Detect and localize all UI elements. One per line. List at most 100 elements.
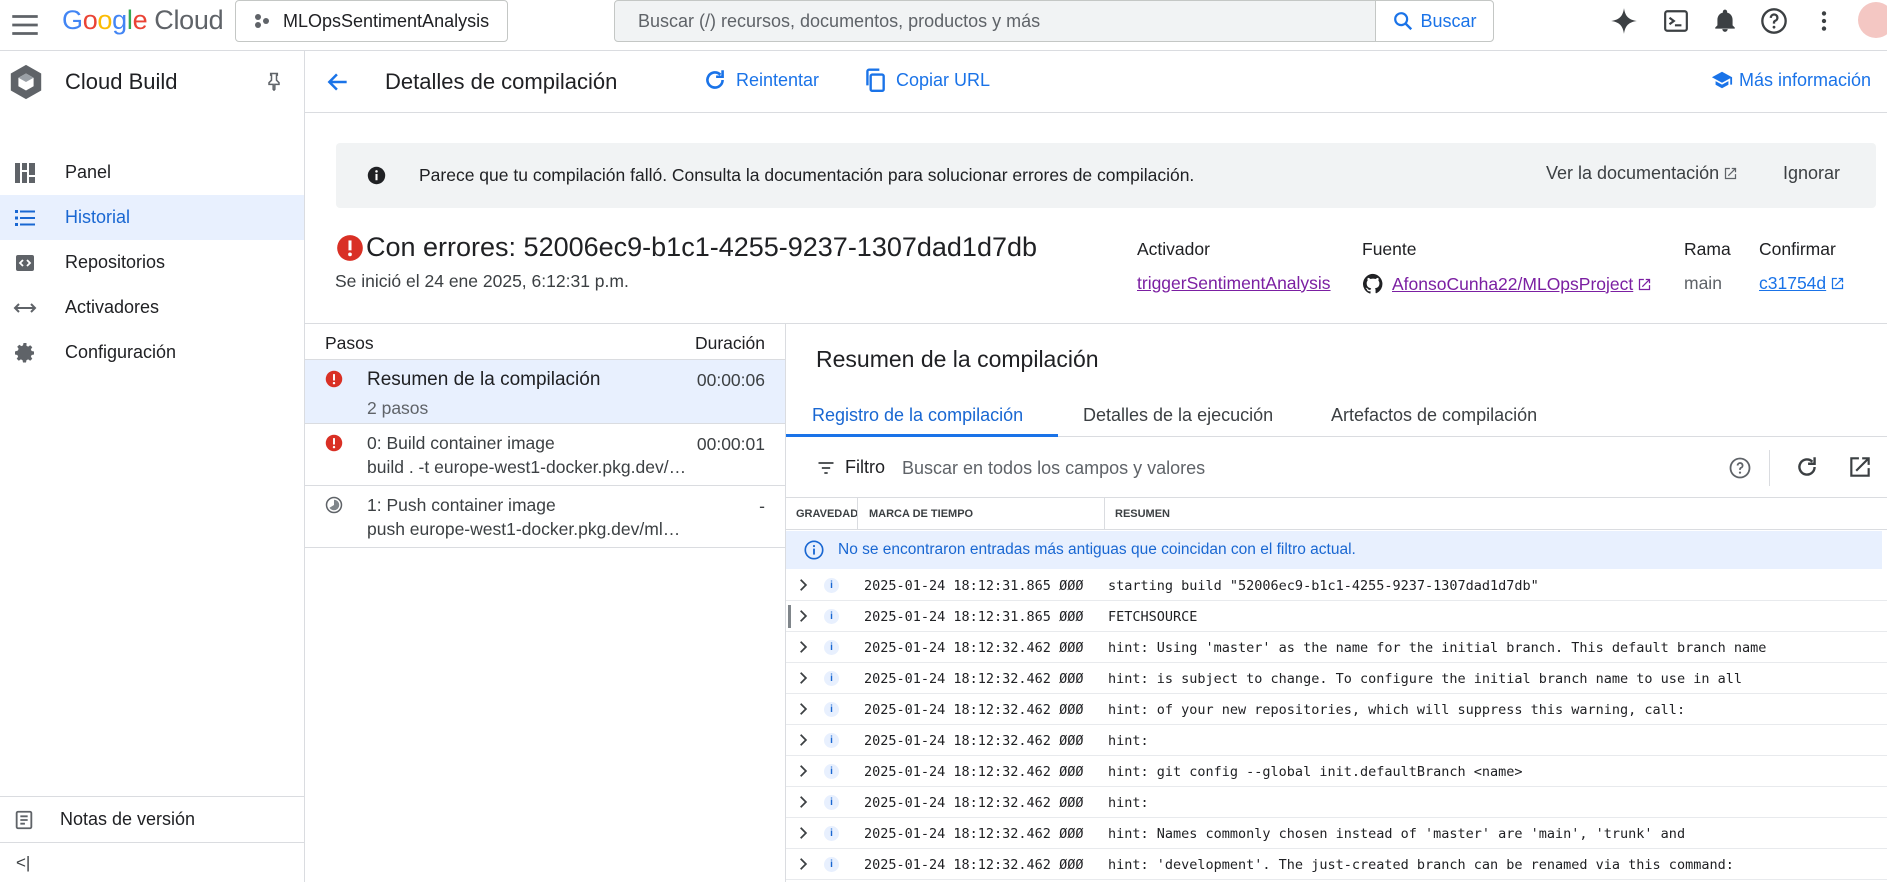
- pin-icon[interactable]: [264, 71, 284, 91]
- log-row[interactable]: i 2025-01-24 18:12:32.462 ØØØ hint: Name…: [786, 818, 1887, 849]
- release-notes-link[interactable]: Notas de versión: [0, 796, 304, 842]
- project-selector[interactable]: MLOpsSentimentAnalysis: [235, 0, 508, 42]
- step-duration: 00:00:01: [696, 434, 765, 454]
- info-severity-icon: i: [824, 764, 839, 779]
- sidebar-item-label: Configuración: [65, 342, 177, 362]
- log-row[interactable]: i 2025-01-24 18:12:32.462 ØØØ hint:: [786, 787, 1887, 818]
- info-outline-icon: [804, 540, 824, 560]
- tab-bar: Registro de la compilación Detalles de l…: [786, 396, 1887, 437]
- list-icon: [0, 206, 65, 230]
- sidebar-item-activadores[interactable]: Activadores: [0, 285, 304, 330]
- step-row[interactable]: Resumen de la compilación 2 pasos 00:00:…: [305, 360, 785, 424]
- cloud-shell-icon[interactable]: [1661, 6, 1691, 36]
- page-title: Detalles de compilación: [385, 69, 618, 94]
- dismiss-button[interactable]: Ignorar: [1783, 163, 1840, 184]
- log-row[interactable]: i 2025-01-24 18:12:32.462 ØØØ hint: of y…: [786, 694, 1887, 725]
- release-notes-icon: [0, 809, 60, 831]
- step-subtitle: 2 pasos: [367, 398, 429, 418]
- filter-input[interactable]: Buscar en todos los campos y valores: [902, 458, 1205, 479]
- external-link-icon: [1724, 167, 1737, 180]
- log-row[interactable]: i 2025-01-24 18:12:32.462 ØØØ hint: is s…: [786, 663, 1887, 694]
- filter-bar: Filtro Buscar en todos los campos y valo…: [786, 438, 1887, 498]
- log-row[interactable]: i 2025-01-24 18:12:32.462 ØØØ hint: git …: [786, 756, 1887, 787]
- help-icon[interactable]: [1759, 6, 1789, 36]
- tab-build-log[interactable]: Registro de la compilación: [786, 396, 1058, 437]
- sidebar-item-repositorios[interactable]: Repositorios: [0, 240, 304, 285]
- info-severity-icon: i: [824, 857, 839, 872]
- step-row[interactable]: 1: Push container image push europe-west…: [305, 486, 785, 548]
- external-link-icon: [1832, 277, 1844, 290]
- info-icon: [367, 166, 386, 185]
- col-severity[interactable]: GRAVEDAD: [796, 508, 858, 520]
- col-summary[interactable]: RESUMEN: [1115, 508, 1170, 520]
- step-duration: -: [759, 496, 765, 516]
- info-severity-icon: i: [824, 795, 839, 810]
- search-button[interactable]: Buscar: [1375, 1, 1493, 41]
- info-severity-icon: i: [824, 578, 839, 593]
- filter-button[interactable]: Filtro: [816, 457, 885, 478]
- log-row[interactable]: i 2025-01-24 18:12:32.462 ØØØ hint:: [786, 725, 1887, 756]
- log-row[interactable]: i 2025-01-24 18:12:32.462 ØØØ hint: Usin…: [786, 632, 1887, 663]
- more-vert-icon[interactable]: [1809, 6, 1839, 36]
- external-link-icon: [1639, 278, 1651, 290]
- back-arrow-icon[interactable]: [325, 69, 351, 95]
- col-timestamp[interactable]: MARCA DE TIEMPO: [869, 508, 973, 520]
- copy-url-button[interactable]: Copiar URL: [862, 67, 990, 93]
- chevron-right-icon[interactable]: [796, 733, 810, 747]
- chevron-right-icon[interactable]: [796, 826, 810, 840]
- tab-build-artifacts[interactable]: Artefactos de compilación: [1331, 396, 1537, 437]
- avatar[interactable]: [1858, 2, 1887, 38]
- scroll-marker: [788, 605, 791, 628]
- pending-icon: [325, 496, 343, 514]
- notifications-icon[interactable]: [1710, 6, 1740, 36]
- log-notice: No se encontraron entradas más antiguas …: [786, 531, 1882, 569]
- info-severity-icon: i: [824, 609, 839, 624]
- main-menu-icon[interactable]: [8, 8, 42, 42]
- filter-icon: [818, 461, 834, 474]
- log-row[interactable]: i 2025-01-24 18:12:31.865 ØØØ starting b…: [786, 570, 1887, 601]
- branch-meta: Rama main: [1684, 239, 1731, 293]
- trigger-link[interactable]: triggerSentimentAnalysis: [1137, 273, 1331, 294]
- step-duration: 00:00:06: [696, 370, 765, 390]
- retry-button[interactable]: Reintentar: [702, 67, 819, 93]
- google-cloud-logo[interactable]: Google Cloud: [62, 5, 224, 36]
- chevron-right-icon[interactable]: [796, 857, 810, 871]
- build-status-title: Con errores: 52006ec9-b1c1-4255-9237-130…: [366, 232, 1038, 262]
- open-in-new-icon[interactable]: [1847, 454, 1873, 480]
- error-icon: [325, 370, 343, 388]
- chevron-right-icon[interactable]: [796, 671, 810, 685]
- sidebar-item-panel[interactable]: Panel: [0, 150, 304, 195]
- refresh-icon[interactable]: [1794, 454, 1820, 480]
- step-subtitle: build . -t europe-west1-docker.pkg.dev/m…: [367, 457, 687, 477]
- source-link[interactable]: AfonsoCunha22/MLOpsProject: [1362, 273, 1652, 295]
- sidebar: Cloud Build Panel Historial Repositorios…: [0, 51, 305, 882]
- project-icon: [254, 13, 270, 29]
- sidebar-item-historial[interactable]: Historial: [0, 195, 304, 240]
- school-icon: [1711, 71, 1733, 89]
- gemini-icon[interactable]: [1609, 6, 1639, 36]
- info-severity-icon: i: [824, 640, 839, 655]
- step-row[interactable]: 0: Build container image build . -t euro…: [305, 424, 785, 486]
- help-icon[interactable]: [1728, 456, 1752, 480]
- search-input[interactable]: Buscar (/) recursos, documentos, product…: [615, 1, 1375, 41]
- chevron-right-icon[interactable]: [796, 640, 810, 654]
- sidebar-item-configuracion[interactable]: Configuración: [0, 330, 304, 375]
- log-row[interactable]: i 2025-01-24 18:12:32.462 ØØØ hint: 'dev…: [786, 849, 1887, 880]
- steps-panel: Pasos Duración Resumen de la compilación…: [305, 323, 786, 882]
- chevron-right-icon[interactable]: [796, 795, 810, 809]
- collapse-sidebar-icon[interactable]: <|: [0, 842, 304, 882]
- view-docs-link[interactable]: Ver la documentación: [1546, 163, 1738, 184]
- source-meta: Fuente AfonsoCunha22/MLOpsProject: [1362, 239, 1652, 295]
- build-status: Con errores: 52006ec9-b1c1-4255-9237-130…: [336, 232, 1037, 263]
- chevron-right-icon[interactable]: [796, 764, 810, 778]
- chevron-right-icon[interactable]: [796, 702, 810, 716]
- chevron-right-icon[interactable]: [796, 609, 810, 623]
- more-info-button[interactable]: Más información: [1711, 69, 1871, 91]
- chevron-right-icon[interactable]: [796, 578, 810, 592]
- commit-link[interactable]: c31754d: [1759, 273, 1845, 294]
- copy-icon: [866, 68, 885, 93]
- log-row[interactable]: i 2025-01-24 18:12:31.865 ØØØ FETCHSOURC…: [786, 601, 1887, 632]
- release-notes-label: Notas de versión: [60, 809, 196, 829]
- tab-execution-details[interactable]: Detalles de la ejecución: [1083, 396, 1273, 437]
- error-banner: Parece que tu compilación falló. Consult…: [336, 143, 1876, 208]
